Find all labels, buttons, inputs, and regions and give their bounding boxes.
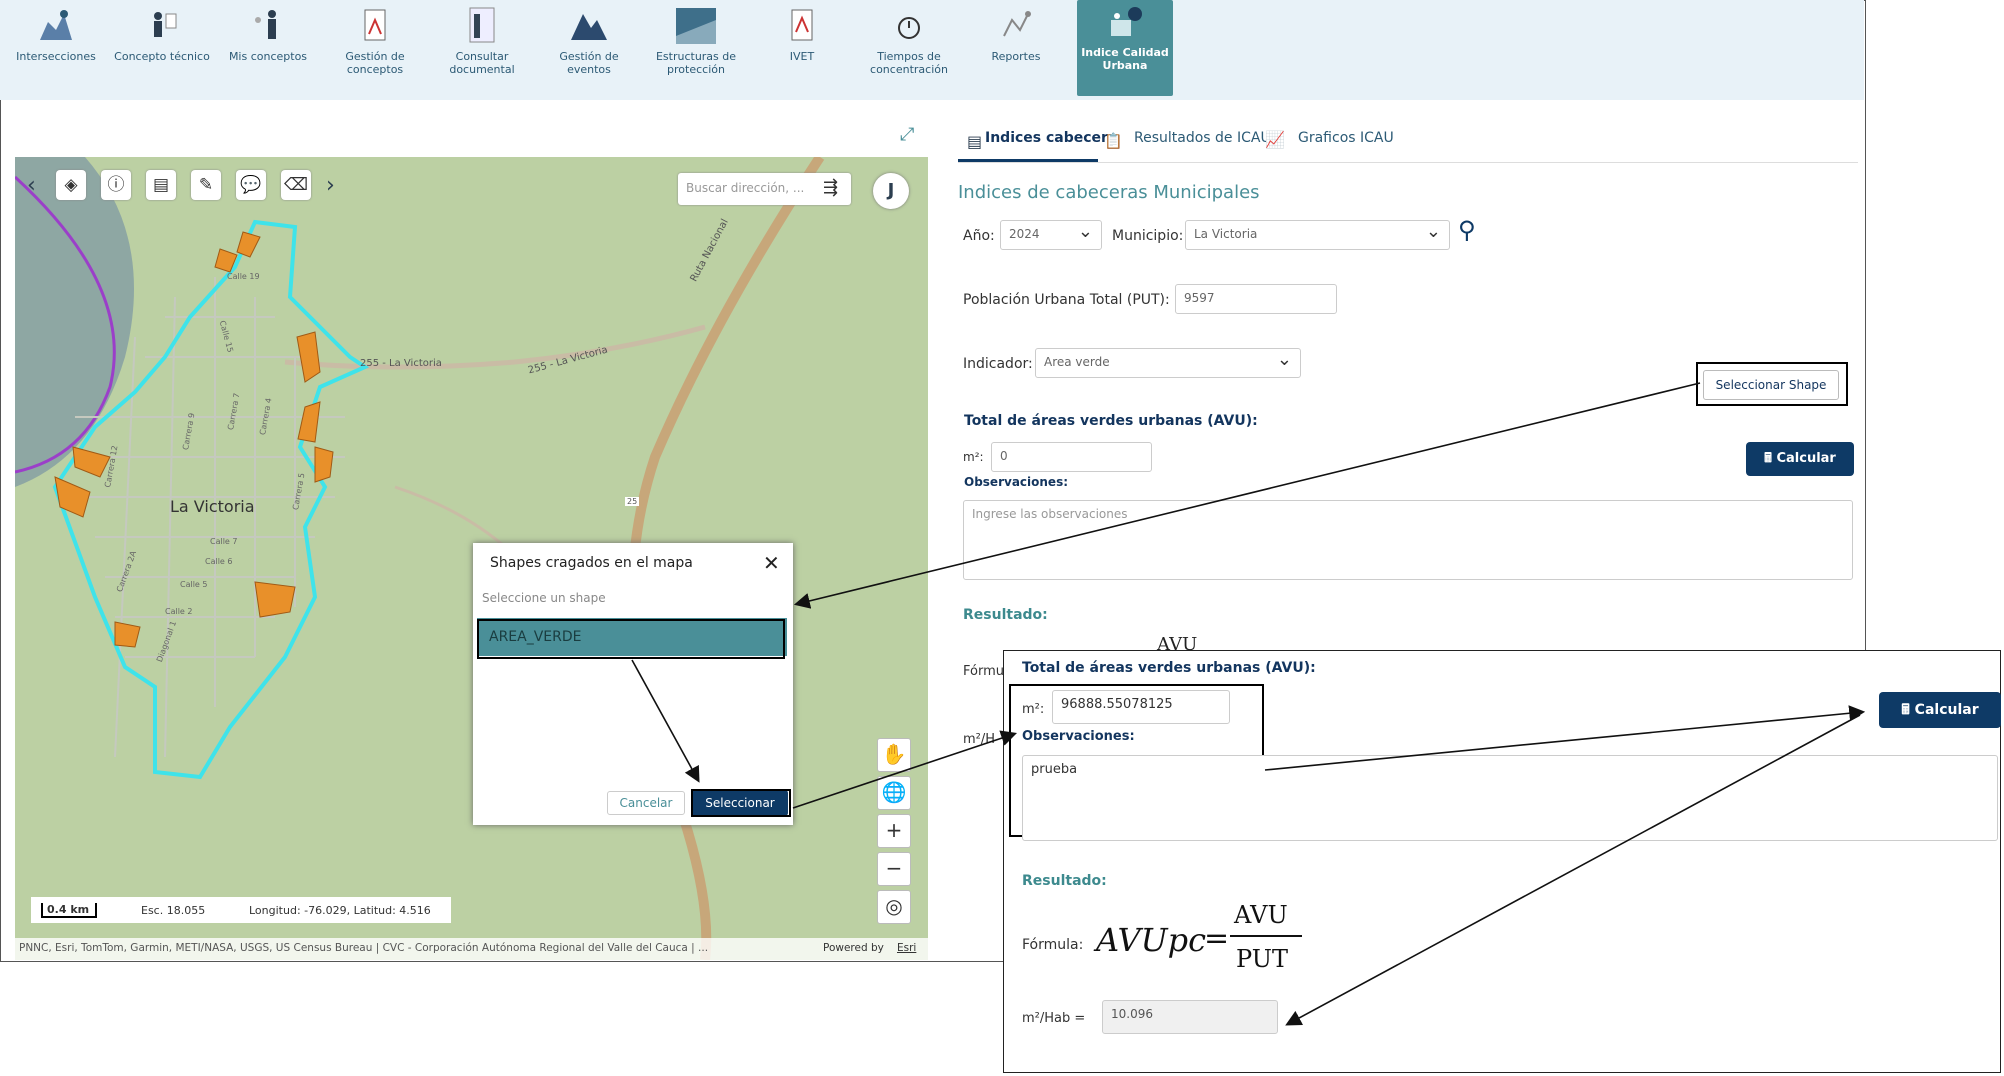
annotation-arrows — [631, 382, 1866, 1026]
arrow-line — [1264, 705, 1866, 771]
arrow-line — [1285, 714, 1861, 1026]
arrow-line — [793, 382, 1701, 609]
arrow-line — [631, 659, 700, 783]
arrow-line — [792, 730, 1018, 809]
